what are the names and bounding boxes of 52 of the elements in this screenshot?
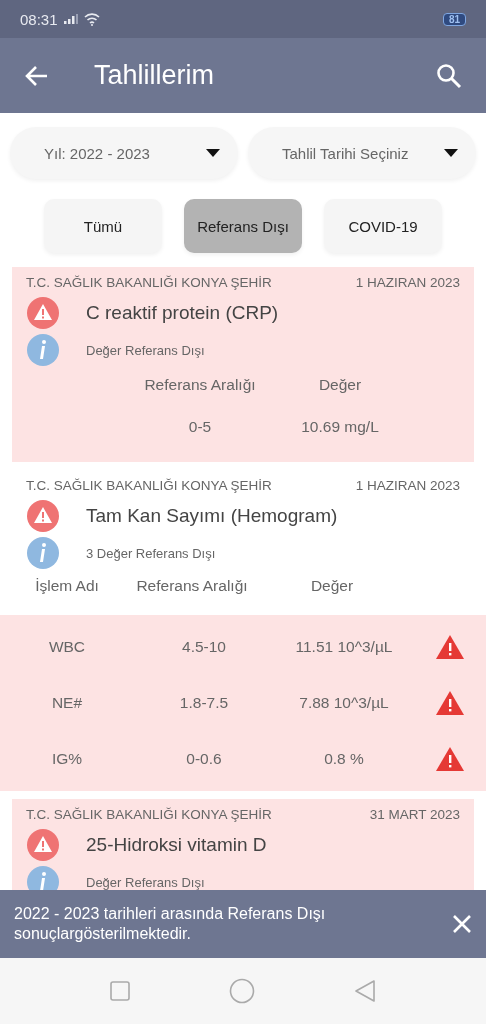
status-time: 08:31 (20, 10, 58, 28)
dropdown[interactable]: Yıl: 2022 - 2023 (10, 127, 238, 179)
caret-icon (206, 149, 220, 157)
result-value: 11.51 10^3/µL (294, 637, 394, 657)
column-header: Değer (309, 576, 355, 596)
result-date: 1 HAZIRAN 2023 (355, 275, 460, 290)
search-button[interactable] (436, 62, 462, 89)
result-value: 7.88 10^3/µL (298, 693, 390, 713)
warning-icon (26, 499, 60, 533)
hospital-name: T.C. SAĞLIK BAKANLIĞI KONYA ŞEHİR (26, 275, 272, 290)
test-name: Tam Kan Sayımı (Hemogram) (86, 505, 338, 527)
warning-icon (435, 690, 465, 716)
dropdown[interactable]: Tahlil Tarihi Seçiniz (248, 127, 476, 179)
result-value: 0.8 % (323, 749, 365, 769)
filter-tab[interactable]: COVID-19 (324, 199, 442, 253)
reference-range: 0-0.6 (185, 749, 223, 769)
test-name: 25-Hidroksi vitamin D (86, 834, 267, 856)
filter-tab[interactable]: Referans Dışı (184, 199, 302, 253)
column-header: Referans Aralığı (135, 576, 249, 596)
column-header: Referans Aralığı (143, 375, 257, 395)
test-name: C reaktif protein (CRP) (86, 302, 279, 324)
screen-title: Tahlillerim (94, 60, 216, 91)
filter-tab[interactable]: Tümü (44, 199, 162, 253)
wifi-icon (83, 12, 100, 26)
warning-icon (435, 746, 465, 772)
close-button[interactable] (452, 914, 472, 934)
info-icon (26, 334, 60, 366)
hospital-name: T.C. SAĞLIK BAKANLIĞI KONYA ŞEHİR (26, 478, 272, 493)
test-code: IG% (50, 749, 84, 769)
back-button[interactable] (24, 64, 48, 87)
reference-range: 1.8-7.5 (178, 693, 230, 713)
warning-icon (26, 828, 60, 862)
signal-icon (63, 14, 78, 24)
result-note: Değer Referans Dışı (86, 874, 205, 890)
info-icon (26, 537, 60, 569)
result-card[interactable]: T.C. SAĞLIK BAKANLIĞI KONYA ŞEHİR 1 HAZIRAN 2023 C reaktif protein (CRP) Değer Referans Dışı Referans Aralığı Değer 0-5 10.69 mg/L (12, 267, 474, 462)
caret-icon (444, 149, 458, 157)
reference-range: 0-5 (187, 417, 213, 437)
reference-range: 4.5-10 (181, 637, 227, 657)
result-note: 3 Değer Referans Dışı (86, 545, 216, 561)
result-note: Değer Referans Dışı (86, 342, 205, 358)
battery-indicator: 81 (442, 12, 466, 26)
column-header: Değer (317, 375, 363, 395)
warning-icon (435, 634, 465, 660)
result-date: 1 HAZIRAN 2023 (355, 478, 460, 493)
result-date: 31 MART 2023 (369, 807, 460, 822)
result-value: 10.69 mg/L (300, 417, 380, 437)
test-code: NE# (50, 693, 84, 713)
column-header: İşlem Adı (34, 576, 100, 596)
warning-icon (26, 296, 60, 330)
hospital-name: T.C. SAĞLIK BAKANLIĞI KONYA ŞEHİR (26, 807, 272, 822)
test-code: WBC (47, 637, 87, 657)
